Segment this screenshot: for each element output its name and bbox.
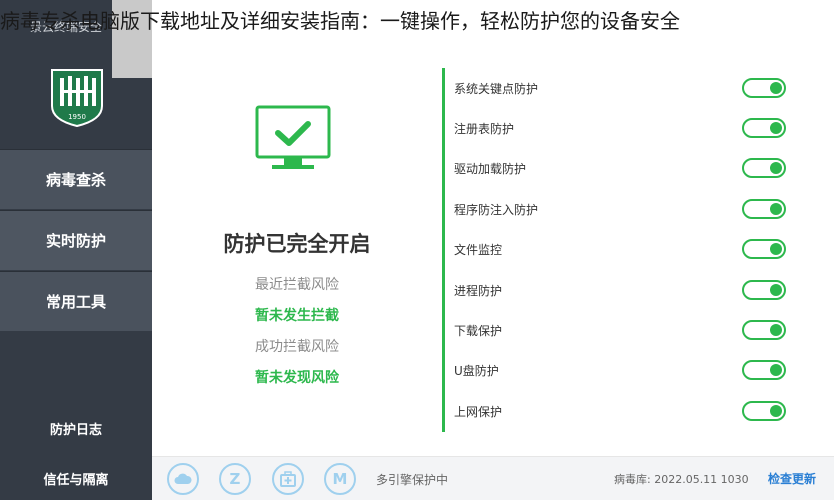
- success-intercept-label: 成功拦截风险: [255, 339, 339, 355]
- cloud-icon[interactable]: [167, 463, 199, 495]
- download-toggle[interactable]: [742, 320, 786, 340]
- toggle-knob: [770, 243, 782, 255]
- success-intercept-value: 暂未发现风险: [255, 370, 339, 386]
- process-toggle[interactable]: [742, 280, 786, 300]
- sidebar-item-label: 常用工具: [45, 293, 106, 311]
- recent-intercept-label: 最近拦截风险: [255, 277, 339, 293]
- section-divider: [442, 68, 445, 432]
- check-update-link[interactable]: 检查更新: [768, 470, 816, 487]
- protection-row-process: 进程防护: [454, 278, 794, 302]
- toggle-knob: [770, 405, 782, 417]
- toggle-knob: [770, 203, 782, 215]
- protection-row-system-key: 系统关键点防护: [454, 76, 794, 100]
- protection-row-driver-load: 驱动加载防护: [454, 156, 794, 180]
- z-engine-icon[interactable]: Z: [219, 463, 251, 495]
- sidebar-item-label: 实时防护: [45, 232, 106, 250]
- protection-label: U盘防护: [454, 363, 499, 378]
- title-bar-strip: [112, 0, 152, 78]
- sidebar-item-realtime-protection[interactable]: 实时防护: [0, 210, 152, 270]
- protection-label: 系统关键点防护: [454, 81, 539, 96]
- file-monitor-toggle[interactable]: [742, 239, 786, 259]
- m-engine-icon[interactable]: M: [324, 463, 356, 495]
- protection-row-registry: 注册表防护: [454, 116, 794, 140]
- registry-toggle[interactable]: [742, 118, 786, 138]
- logo-icon: 1950: [51, 69, 103, 128]
- status-heading: 防护已完全开启: [223, 232, 371, 256]
- protection-row-download: 下载保护: [454, 318, 794, 342]
- web-toggle[interactable]: [742, 401, 786, 421]
- protection-row-web: 上网保护: [454, 399, 794, 423]
- trust-quarantine-link[interactable]: 信任与隔离: [0, 469, 152, 488]
- protection-row-anti-injection: 程序防注入防护: [454, 197, 794, 221]
- sidebar-item-common-tools[interactable]: 常用工具: [0, 271, 152, 331]
- usb-toggle[interactable]: [742, 360, 786, 380]
- protection-log-link[interactable]: 防护日志: [0, 419, 152, 438]
- recent-intercept-value: 暂未发生拦截: [255, 308, 339, 324]
- monitor-check-icon: [255, 105, 331, 169]
- sidebar-item-label: 病毒查杀: [45, 171, 106, 189]
- sidebar: 景云终端安全 1950 病毒查杀 实时防护 常用工具 防护日志 信任与隔离: [0, 0, 152, 500]
- toggle-knob: [770, 364, 782, 376]
- app-title: 景云终端安全: [30, 20, 103, 34]
- protection-label: 上网保护: [454, 404, 503, 419]
- toggle-knob: [770, 284, 782, 296]
- toggle-knob: [770, 122, 782, 134]
- toggle-knob: [770, 82, 782, 94]
- medkit-icon[interactable]: [272, 463, 304, 495]
- protection-label: 进程防护: [454, 283, 503, 298]
- sidebar-item-virus-scan[interactable]: 病毒查杀: [0, 149, 152, 209]
- toggle-knob: [770, 162, 782, 174]
- toggle-knob: [770, 324, 782, 336]
- protection-label: 程序防注入防护: [454, 202, 539, 217]
- protection-row-usb: U盘防护: [454, 358, 794, 382]
- footer-bar: Z M 多引擎保护中 病毒库: 2022.05.11 1030 检查更新: [152, 456, 834, 500]
- logo-year: 1950: [68, 113, 86, 121]
- virus-db-version: 病毒库: 2022.05.11 1030: [614, 473, 749, 486]
- protection-label: 下载保护: [454, 323, 503, 338]
- anti-injection-toggle[interactable]: [742, 199, 786, 219]
- protection-label: 注册表防护: [454, 121, 515, 136]
- protection-label: 驱动加载防护: [454, 161, 527, 176]
- protection-label: 文件监控: [454, 242, 503, 257]
- system-key-toggle[interactable]: [742, 78, 786, 98]
- protection-row-file-monitor: 文件监控: [454, 237, 794, 261]
- driver-load-toggle[interactable]: [742, 158, 786, 178]
- engine-status-text: 多引擎保护中: [376, 473, 449, 487]
